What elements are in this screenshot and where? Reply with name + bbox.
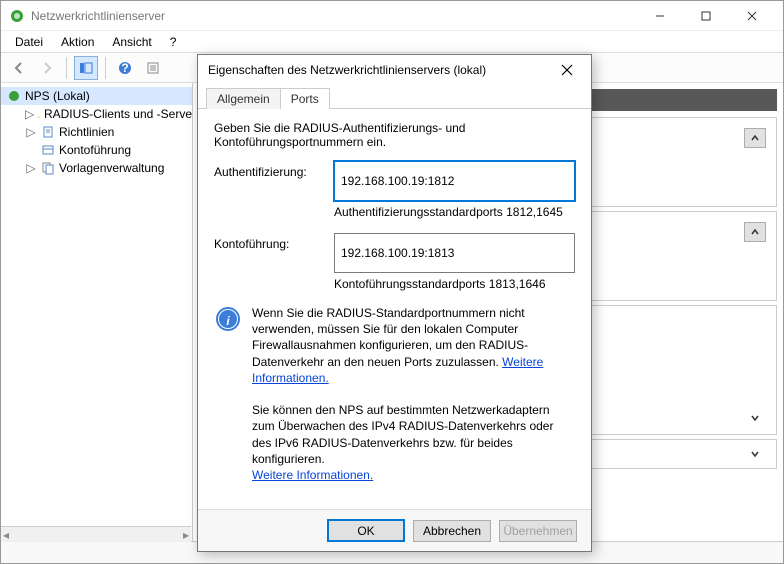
- tree-item-policies[interactable]: ▷ Richtlinien: [1, 123, 192, 141]
- auth-port-input[interactable]: [334, 161, 575, 201]
- ok-button[interactable]: OK: [327, 519, 405, 542]
- templates-icon: [41, 161, 55, 175]
- policies-icon: [41, 125, 55, 139]
- nps-icon: [7, 89, 21, 103]
- tree-item-radius-clients[interactable]: ▷ RADIUS-Clients und -Serve: [1, 105, 192, 123]
- forward-button[interactable]: [35, 56, 59, 80]
- tree-root-nps[interactable]: NPS (Lokal): [1, 87, 192, 105]
- auth-field-row: Authentifizierung:: [214, 161, 575, 201]
- tab-general[interactable]: Allgemein: [206, 88, 281, 109]
- expand-icon[interactable]: ▷: [25, 125, 37, 139]
- tree-item-label: Vorlagenverwaltung: [59, 161, 164, 175]
- dialog-intro-text: Geben Sie die RADIUS-Authentifizierungs-…: [214, 121, 575, 149]
- auth-label: Authentifizierung:: [214, 161, 334, 179]
- menu-action[interactable]: Aktion: [53, 33, 102, 51]
- app-icon: [9, 8, 25, 24]
- collapse-button[interactable]: [744, 128, 766, 148]
- window-title: Netzwerkrichtlinienserver: [31, 9, 637, 23]
- scroll-right-icon[interactable]: ▸: [183, 528, 189, 542]
- info-text-1: Wenn Sie die RADIUS-Standardportnummern …: [252, 306, 528, 369]
- dialog-tabs: Allgemein Ports: [198, 85, 591, 109]
- show-hide-tree-button[interactable]: [74, 56, 98, 80]
- acct-label: Kontoführung:: [214, 233, 334, 251]
- auth-hint: Authentifizierungsstandardports 1812,164…: [334, 205, 575, 219]
- collapse-button[interactable]: [744, 222, 766, 242]
- info-text-2: Sie können den NPS auf bestimmten Netzwe…: [252, 403, 553, 466]
- dialog-body: Geben Sie die RADIUS-Authentifizierungs-…: [198, 109, 591, 509]
- more-info-link-2[interactable]: Weitere Informationen.: [252, 468, 373, 482]
- nav-tree[interactable]: NPS (Lokal) ▷ RADIUS-Clients und -Serve …: [1, 83, 193, 541]
- maximize-button[interactable]: [683, 1, 729, 31]
- expand-button[interactable]: [744, 408, 766, 428]
- dialog-titlebar: Eigenschaften des Netzwerkrichtlinienser…: [198, 55, 591, 85]
- apply-button[interactable]: Übernehmen: [499, 520, 577, 542]
- dialog-button-row: OK Abbrechen Übernehmen: [198, 509, 591, 551]
- info-text-block: Wenn Sie die RADIUS-Standardportnummern …: [252, 305, 575, 483]
- info-section: i Wenn Sie die RADIUS-Standardportnummer…: [214, 305, 575, 483]
- info-icon: i: [214, 305, 242, 483]
- tree-root-label: NPS (Lokal): [25, 89, 90, 103]
- tab-ports[interactable]: Ports: [280, 88, 330, 109]
- menu-help[interactable]: ?: [162, 33, 185, 51]
- scroll-left-icon[interactable]: ◂: [3, 528, 9, 542]
- back-button[interactable]: [7, 56, 31, 80]
- tree-item-label: Richtlinien: [59, 125, 114, 139]
- expand-button[interactable]: [744, 444, 766, 464]
- cancel-button[interactable]: Abbrechen: [413, 520, 491, 542]
- menu-view[interactable]: Ansicht: [104, 33, 159, 51]
- acct-field-row: Kontoführung:: [214, 233, 575, 273]
- dialog-title: Eigenschaften des Netzwerkrichtlinienser…: [208, 63, 553, 77]
- properties-dialog: Eigenschaften des Netzwerkrichtlinienser…: [197, 54, 592, 552]
- tree-item-templates[interactable]: ▷ Vorlagenverwaltung: [1, 159, 192, 177]
- toolbar-separator: [66, 57, 67, 79]
- menubar: Datei Aktion Ansicht ?: [1, 31, 783, 53]
- tree-horizontal-scrollbar[interactable]: ◂ ▸: [1, 526, 191, 541]
- expand-icon[interactable]: ▷: [25, 161, 37, 175]
- tree-item-label: Kontoführung: [59, 143, 131, 157]
- close-button[interactable]: [729, 1, 775, 31]
- folder-icon: [38, 107, 40, 121]
- expand-icon[interactable]: ▷: [25, 107, 34, 121]
- help-button[interactable]: ?: [113, 56, 137, 80]
- tree-item-label: RADIUS-Clients und -Serve: [44, 107, 192, 121]
- main-titlebar: Netzwerkrichtlinienserver: [1, 1, 783, 31]
- acct-port-input[interactable]: [334, 233, 575, 273]
- acct-hint: Kontoführungsstandardports 1813,1646: [334, 277, 575, 291]
- dialog-close-button[interactable]: [553, 56, 581, 84]
- minimize-button[interactable]: [637, 1, 683, 31]
- toolbar-separator-2: [105, 57, 106, 79]
- menu-file[interactable]: Datei: [7, 33, 51, 51]
- tree-item-accounting[interactable]: Kontoführung: [1, 141, 192, 159]
- accounting-icon: [41, 143, 55, 157]
- svg-text:?: ?: [121, 61, 128, 75]
- properties-button[interactable]: [141, 56, 165, 80]
